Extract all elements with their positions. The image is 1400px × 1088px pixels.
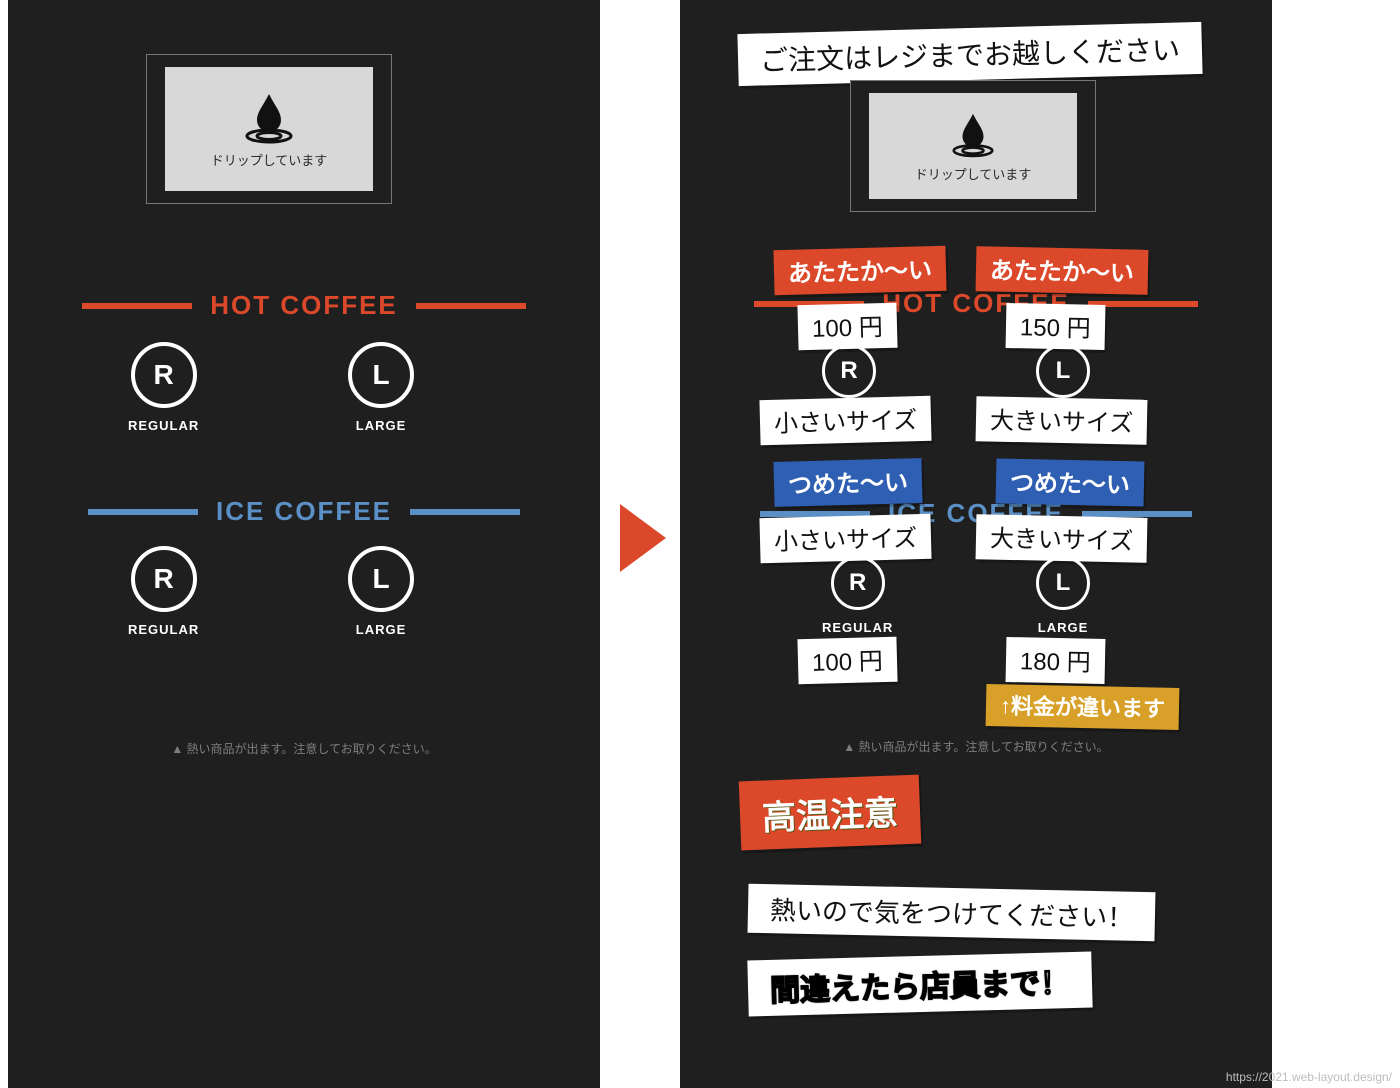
note-hot-size-l: 大きいサイズ (976, 396, 1148, 445)
note-hot-price-l: 150 円 (1006, 303, 1106, 350)
drop-icon (237, 90, 301, 144)
section-title-hot: HOT COFFEE (680, 288, 1272, 319)
note-high-temp: 高温注意 (739, 775, 922, 851)
drip-indicator: ドリップしています (850, 80, 1096, 212)
size-circle: R (131, 546, 197, 612)
section-title-ice: ICE COFFEE (8, 496, 600, 527)
drip-indicator: ドリップしています (146, 54, 392, 204)
bar-icon (82, 303, 192, 309)
size-label: REGULAR (128, 418, 199, 433)
caution-text: ▲ 熱い商品が出ます。注意してお取りください。 (8, 740, 600, 757)
size-circle: L (1036, 344, 1090, 398)
note-ice-price-r: 100 円 (797, 637, 897, 685)
size-circle: L (348, 342, 414, 408)
note-hot-temp-l: あたたか～い (976, 246, 1149, 295)
drop-icon (945, 110, 1001, 158)
hot-large-button[interactable]: L (1036, 344, 1090, 398)
note-order-at-register: ご注文はレジまでお越しください (737, 22, 1202, 86)
note-ice-temp-r: つめた～い (773, 458, 922, 507)
ice-regular-button[interactable]: R REGULAR (822, 556, 893, 635)
hot-regular-button[interactable]: R REGULAR (128, 342, 199, 433)
note-careful: 熱いので気をつけてください！ (748, 884, 1156, 942)
before-panel: ドリップしています HOT COFFEE R REGULAR L LARGE I… (8, 0, 600, 1088)
hot-large-button[interactable]: L LARGE (348, 342, 414, 433)
ice-large-button[interactable]: L LARGE (1036, 556, 1090, 635)
size-circle: R (822, 344, 876, 398)
hot-coffee-title: HOT COFFEE (210, 290, 398, 321)
arrow-right-icon (620, 504, 666, 572)
size-label: REGULAR (822, 620, 893, 635)
ice-regular-button[interactable]: R REGULAR (128, 546, 199, 637)
bar-icon (410, 509, 520, 515)
bar-icon (1082, 511, 1192, 517)
note-hot-size-r: 小さいサイズ (759, 396, 931, 445)
note-hot-temp-r: あたたか～い (773, 246, 946, 295)
size-circle: R (831, 556, 885, 610)
bar-icon (416, 303, 526, 309)
note-ice-price-l: 180 円 (1006, 637, 1106, 684)
size-circle: R (131, 342, 197, 408)
size-label: LARGE (356, 622, 407, 637)
caution-text: ▲ 熱い商品が出ます。注意してお取りください。 (680, 738, 1272, 755)
watermark: https://2021.web-layout.design/ (1226, 1070, 1392, 1084)
after-panel: ご注文はレジまでお越しください ドリップしています HOT COFFEE あたた… (680, 0, 1272, 1088)
section-title-hot: HOT COFFEE (8, 290, 600, 321)
ice-coffee-title: ICE COFFEE (216, 496, 392, 527)
size-label: LARGE (356, 418, 407, 433)
bar-icon (88, 509, 198, 515)
note-price-differs: ↑料金が違います (986, 684, 1180, 730)
size-label: LARGE (1038, 620, 1089, 635)
ice-large-button[interactable]: L LARGE (348, 546, 414, 637)
note-ice-temp-l: つめた～い (996, 458, 1145, 506)
drip-text: ドリップしています (915, 164, 1032, 183)
size-label: REGULAR (128, 622, 199, 637)
hot-regular-button[interactable]: R (822, 344, 876, 398)
note-mistake: 間違えたら店員まで！ (747, 952, 1092, 1017)
size-circle: L (1036, 556, 1090, 610)
drip-text: ドリップしています (211, 150, 328, 169)
size-circle: L (348, 546, 414, 612)
